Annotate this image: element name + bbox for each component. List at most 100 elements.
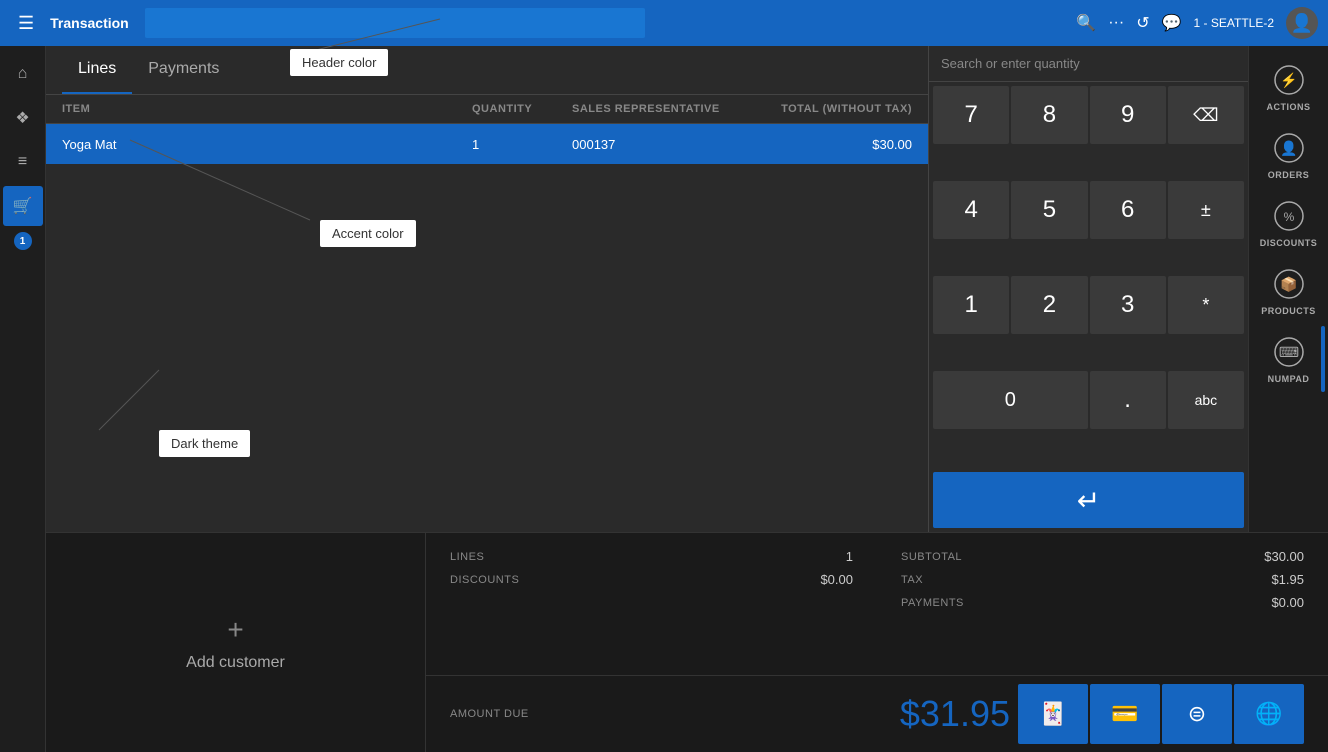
payments-row: PAYMENTS $0.00	[901, 595, 1304, 610]
active-indicator	[1321, 326, 1325, 392]
table-header: ITEM QUANTITY SALES REPRESENTATIVE TOTAL…	[46, 95, 928, 124]
discounts-label: DISCOUNTS	[450, 574, 519, 586]
numpad-0[interactable]: 0	[933, 371, 1088, 429]
sidebar-item-products[interactable]: ❖	[3, 98, 43, 138]
svg-text:%: %	[1283, 210, 1294, 224]
lines-label: LINES	[450, 551, 484, 563]
sidebar-item-cart[interactable]: 🛒	[3, 186, 43, 226]
discounts-icon: %	[1271, 198, 1307, 234]
search-icon[interactable]: 🔍	[1076, 13, 1096, 33]
numpad-grid: 7 8 9 ⌫ 4 5 6 ± 1 2 3 * 0 . abc	[929, 82, 1248, 468]
top-bar-actions: 🔍 ··· ↺ 💬 1 - SEATTLE-2 👤	[1076, 7, 1318, 39]
pay-cash-button[interactable]: 🃏	[1018, 684, 1088, 744]
tax-row: TAX $1.95	[901, 572, 1304, 587]
pay-other-button[interactable]: 🌐	[1234, 684, 1304, 744]
discounts-value: $0.00	[820, 572, 853, 587]
refresh-icon[interactable]: ↺	[1136, 13, 1149, 33]
dark-theme-label: Dark theme	[159, 430, 250, 457]
action-actions[interactable]: ⚡ ACTIONS	[1253, 54, 1325, 120]
menu-icon[interactable]: ☰	[10, 9, 42, 38]
accent-color-arrow	[310, 140, 510, 230]
lines-row: LINES 1	[450, 549, 853, 564]
summary-left: LINES 1 DISCOUNTS $0.00	[450, 549, 853, 659]
action-numpad[interactable]: ⌨ NUMPAD	[1253, 326, 1325, 392]
left-sidebar: ⌂ ❖ ≡ 🛒 1	[0, 46, 46, 752]
numpad-7[interactable]: 7	[933, 86, 1009, 144]
summary-right: SUBTOTAL $30.00 TAX $1.95 PAYMENTS $0.00	[901, 549, 1304, 659]
add-customer-label: Add customer	[186, 654, 285, 672]
discounts-row: DISCOUNTS $0.00	[450, 572, 853, 587]
pos-container: ☰ Transaction 🔍 ··· ↺ 💬 1 - SEATTLE-2 👤 …	[0, 0, 1328, 752]
orders-icon: 👤	[1271, 130, 1307, 166]
numpad-8[interactable]: 8	[1011, 86, 1087, 144]
amount-due-value: $31.95	[900, 693, 1010, 735]
tab-lines[interactable]: Lines	[62, 46, 132, 94]
numpad-icon: ⌨	[1271, 334, 1307, 370]
svg-text:⌨: ⌨	[1278, 344, 1298, 360]
chat-icon[interactable]: 💬	[1162, 13, 1182, 33]
tax-value: $1.95	[1271, 572, 1304, 587]
numpad-4[interactable]: 4	[933, 181, 1009, 239]
accent-color-label: Accent color	[320, 220, 416, 247]
avatar: 👤	[1286, 7, 1318, 39]
numpad-enter[interactable]: ↵	[933, 472, 1244, 528]
action-products[interactable]: 📦 PRODUCTS	[1253, 258, 1325, 324]
col-item: ITEM	[62, 103, 472, 115]
top-bar: ☰ Transaction 🔍 ··· ↺ 💬 1 - SEATTLE-2 👤	[0, 0, 1328, 46]
numpad-action-label: NUMPAD	[1268, 374, 1310, 384]
col-quantity: QUANTITY	[472, 103, 572, 115]
numpad-6[interactable]: 6	[1090, 181, 1166, 239]
action-orders[interactable]: 👤 ORDERS	[1253, 122, 1325, 188]
pay-check-button[interactable]: ⊜	[1162, 684, 1232, 744]
sidebar-item-menu[interactable]: ≡	[3, 142, 43, 182]
lines-value: 1	[846, 549, 853, 564]
user-label: 1 - SEATTLE-2	[1194, 16, 1274, 30]
col-total: TOTAL (WITHOUT TAX)	[752, 103, 912, 115]
numpad-panel: Search or enter quantity 7 8 9 ⌫ 4 5 6 ±…	[928, 46, 1248, 532]
cell-total: $30.00	[752, 137, 912, 152]
app-title: Transaction	[50, 15, 129, 31]
subtotal-row: SUBTOTAL $30.00	[901, 549, 1304, 564]
subtotal-value: $30.00	[1264, 549, 1304, 564]
products-icon: 📦	[1271, 266, 1307, 302]
bottom-area: + Add customer LINES 1 DISCOUNTS	[46, 532, 1328, 752]
numpad-abc[interactable]: abc	[1168, 371, 1244, 429]
more-icon[interactable]: ···	[1108, 14, 1124, 32]
svg-text:📦: 📦	[1280, 276, 1297, 293]
numpad-2[interactable]: 2	[1011, 276, 1087, 334]
pay-card-button[interactable]: 💳	[1090, 684, 1160, 744]
orders-label: ORDERS	[1268, 170, 1310, 180]
payments-label: PAYMENTS	[901, 597, 964, 609]
numpad-plusminus[interactable]: ±	[1168, 181, 1244, 239]
actions-label: ACTIONS	[1267, 102, 1311, 112]
add-customer-button[interactable]: + Add customer	[186, 614, 285, 672]
cell-salesrep: 000137	[572, 137, 752, 152]
tab-payments[interactable]: Payments	[132, 46, 235, 94]
numpad-backspace[interactable]: ⌫	[1168, 86, 1244, 144]
action-discounts[interactable]: % DISCOUNTS	[1253, 190, 1325, 256]
plus-icon: +	[227, 614, 243, 646]
far-right-sidebar: ⚡ ACTIONS 👤 ORDERS % DISCO	[1248, 46, 1328, 532]
numpad-3[interactable]: 3	[1090, 276, 1166, 334]
payment-buttons: 🃏 💳 ⊜ 🌐	[1018, 684, 1304, 744]
svg-text:⚡: ⚡	[1280, 72, 1297, 89]
svg-text:👤: 👤	[1280, 140, 1297, 157]
subtotal-label: SUBTOTAL	[901, 551, 962, 563]
summary-cols: LINES 1 DISCOUNTS $0.00 SUBTOTAL $	[426, 533, 1328, 675]
actions-icon: ⚡	[1271, 62, 1307, 98]
numpad-dot[interactable]: .	[1090, 371, 1166, 429]
discounts-label: DISCOUNTS	[1260, 238, 1318, 248]
summary-area: LINES 1 DISCOUNTS $0.00 SUBTOTAL $	[426, 533, 1328, 752]
numpad-1[interactable]: 1	[933, 276, 1009, 334]
amount-due-row: AMOUNT DUE $31.95 🃏 💳 ⊜ 🌐	[426, 675, 1328, 752]
tax-label: TAX	[901, 574, 923, 586]
sidebar-item-home[interactable]: ⌂	[3, 54, 43, 94]
customer-section: + Add customer	[46, 533, 426, 752]
header-color-label: Header color	[290, 49, 388, 76]
products-label: PRODUCTS	[1261, 306, 1316, 316]
search-quantity: Search or enter quantity	[929, 46, 1248, 82]
amount-due-label: AMOUNT DUE	[450, 708, 529, 720]
numpad-multiply[interactable]: *	[1168, 276, 1244, 334]
numpad-9[interactable]: 9	[1090, 86, 1166, 144]
numpad-5[interactable]: 5	[1011, 181, 1087, 239]
